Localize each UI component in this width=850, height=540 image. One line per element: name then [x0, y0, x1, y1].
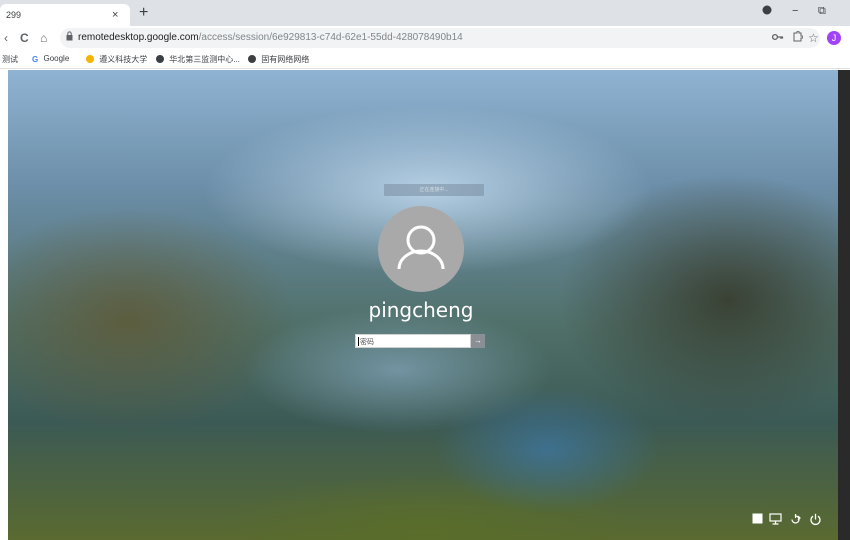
text-caret	[358, 337, 359, 346]
restore-icon[interactable]: ⧉	[818, 5, 826, 18]
url-path: /access/session/6e929813-c74d-62e1-55dd-…	[198, 32, 463, 43]
power-icon[interactable]	[808, 513, 822, 527]
url-host: remotedesktop.google.com	[78, 32, 199, 43]
tab-close-icon[interactable]: ×	[112, 9, 118, 21]
bookmark-label: 华北第三监测中心...	[169, 55, 240, 64]
bookmark-item[interactable]: G Google	[32, 54, 69, 64]
star-icon[interactable]: ☆	[808, 31, 819, 45]
password-placeholder: 密码	[360, 339, 374, 346]
globe-icon	[248, 55, 256, 63]
profile-dot-icon[interactable]	[762, 5, 772, 18]
bookmark-item[interactable]: 固有网络网络	[248, 54, 309, 65]
tab-title: 299	[6, 10, 22, 20]
active-tab[interactable]: 299 ×	[0, 4, 130, 26]
page-scrollbar[interactable]	[838, 70, 850, 540]
key-icon[interactable]	[771, 31, 784, 45]
bookmark-item[interactable]: 测试	[2, 54, 18, 65]
minimize-icon[interactable]: −	[792, 5, 798, 17]
bookmark-label: 测试	[2, 55, 18, 64]
keyboard-icon[interactable]	[750, 513, 764, 527]
password-field[interactable]: 密码	[355, 334, 471, 348]
bookmark-item[interactable]: 华北第三监测中心...	[156, 54, 240, 65]
browser-toolbar: ‹ C ⌂ remotedesktop.google.com/access/se…	[0, 26, 850, 50]
bookmark-label: Google	[43, 54, 70, 63]
bookmark-label: 固有网络网络	[261, 55, 310, 64]
submit-arrow-button[interactable]: →	[471, 334, 485, 348]
bookmark-label: 遵义科技大学	[99, 55, 148, 64]
lock-icon	[66, 31, 73, 43]
network-icon[interactable]	[768, 513, 782, 527]
user-avatar	[378, 206, 464, 292]
user-icon	[397, 225, 445, 270]
reload-icon[interactable]: C	[20, 31, 29, 45]
globe-icon	[156, 55, 164, 63]
home-icon[interactable]: ⌂	[40, 31, 47, 45]
address-bar[interactable]: remotedesktop.google.com/access/session/…	[60, 28, 820, 48]
tab-strip: 299 × + − ⧉	[0, 0, 850, 26]
remote-desktop-viewport[interactable]: 正在连接中... pingcheng 密码 →	[8, 70, 838, 540]
new-tab-icon[interactable]: +	[139, 4, 148, 22]
bookmarks-bar: 测试 G Google 遵义科技大学 华北第三监测中心... 固有网络网络	[0, 50, 850, 69]
accessibility-icon[interactable]	[788, 513, 802, 527]
profile-avatar[interactable]: J	[827, 31, 841, 45]
back-icon[interactable]: ‹	[4, 31, 8, 45]
connection-status: 正在连接中...	[384, 184, 484, 196]
school-icon	[86, 55, 94, 63]
extension-icon[interactable]	[792, 30, 804, 45]
address-url: remotedesktop.google.com/access/session/…	[78, 32, 463, 43]
bookmark-item[interactable]: 遵义科技大学	[86, 54, 147, 65]
username-label: pingcheng	[368, 298, 474, 322]
google-icon: G	[32, 55, 39, 64]
